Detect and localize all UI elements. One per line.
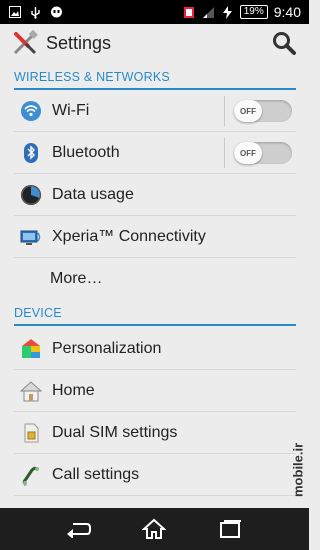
settings-item-data-usage[interactable]: Data usage <box>14 174 296 216</box>
battery-level: 19% <box>239 5 268 19</box>
recents-icon[interactable] <box>216 516 246 542</box>
settings-item-home[interactable]: Home <box>14 370 296 412</box>
divider <box>224 138 225 168</box>
search-icon[interactable] <box>271 30 297 56</box>
bluetooth-icon <box>20 142 42 164</box>
home-icon <box>19 380 43 402</box>
usb-icon <box>29 6 42 19</box>
settings-item-label: Call settings <box>52 465 140 483</box>
settings-item-label: Xperia™ Connectivity <box>52 227 206 245</box>
divider <box>224 96 225 126</box>
charging-icon <box>221 5 234 19</box>
action-bar: Settings <box>0 24 309 62</box>
sim-card-icon <box>20 422 42 444</box>
settings-item-label: More… <box>50 270 103 287</box>
phone-icon <box>20 464 42 486</box>
settings-item-label: Home <box>52 381 95 399</box>
navigation-bar <box>0 508 309 550</box>
clock: 9:40 <box>273 4 301 20</box>
toggle-state: OFF <box>234 100 262 122</box>
settings-item-bluetooth[interactable]: Bluetooth OFF <box>14 132 296 174</box>
hangouts-icon <box>50 6 63 19</box>
section-header-device: DEVICE <box>14 306 296 326</box>
settings-item-wifi[interactable]: Wi-Fi OFF <box>14 90 296 132</box>
toggle-state: OFF <box>234 142 262 164</box>
xperia-connectivity-icon <box>20 226 42 248</box>
settings-item-more[interactable]: More… <box>14 258 296 300</box>
wifi-icon <box>20 100 42 122</box>
data-usage-icon <box>20 184 42 206</box>
settings-item-label: Wi-Fi <box>52 101 90 119</box>
settings-item-label: Bluetooth <box>52 143 120 161</box>
section-header-wireless: WIRELESS & NETWORKS <box>14 70 296 90</box>
settings-item-label: Data usage <box>52 185 134 203</box>
settings-item-xperia-connectivity[interactable]: Xperia™ Connectivity <box>14 216 296 258</box>
image-icon <box>8 6 21 19</box>
sim-icon <box>183 6 196 19</box>
watermark: mobile.ir <box>290 442 306 498</box>
settings-item-label: Dual SIM settings <box>52 423 178 441</box>
home-nav-icon[interactable] <box>139 516 169 542</box>
settings-item-dual-sim[interactable]: Dual SIM settings <box>14 412 296 454</box>
signal-icon <box>202 6 215 19</box>
bluetooth-toggle[interactable]: OFF <box>234 142 292 164</box>
back-icon[interactable] <box>63 516 93 542</box>
settings-item-personalization[interactable]: Personalization <box>14 328 296 370</box>
page-title: Settings <box>46 32 112 53</box>
personalization-icon <box>20 338 42 360</box>
settings-item-call-settings[interactable]: Call settings <box>14 454 296 496</box>
settings-item-label: Personalization <box>52 339 162 357</box>
settings-tools-icon[interactable] <box>10 28 40 58</box>
wifi-toggle[interactable]: OFF <box>234 100 292 122</box>
status-bar: 19% 9:40 <box>0 0 309 24</box>
